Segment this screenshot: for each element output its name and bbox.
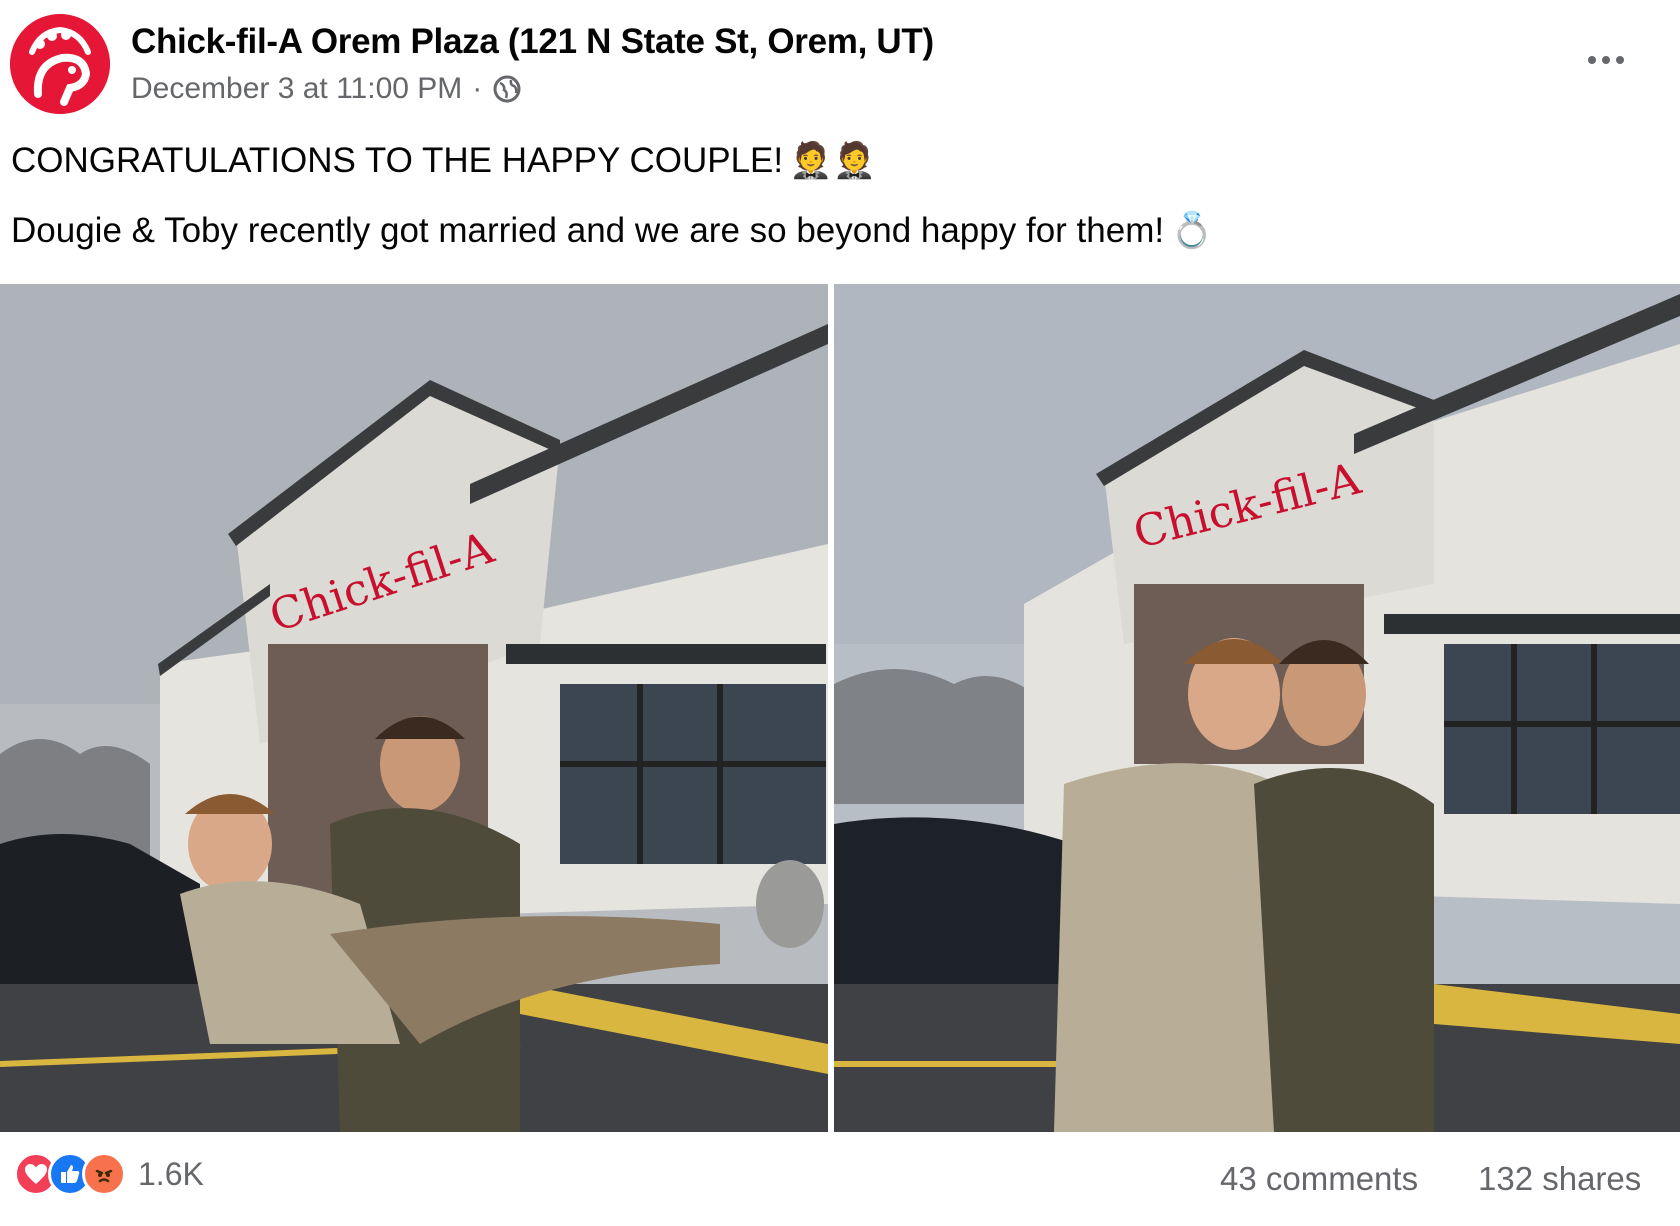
reaction-count: 1.6K <box>138 1155 204 1192</box>
comments-count-link[interactable]: 43 comments <box>1220 1160 1418 1198</box>
ring-emoji-icon: 💍 <box>1170 211 1214 250</box>
post-text-line1: CONGRATULATIONS TO THE HAPPY COUPLE! 🤵🤵 <box>11 140 876 181</box>
photo-couple-carry-image: Chick-fil-A <box>0 284 828 1132</box>
grooms-emoji-icon: 🤵🤵 <box>789 141 877 180</box>
page-name[interactable]: Chick-fil-A Orem Plaza (121 N State St, … <box>131 22 934 62</box>
photo-right[interactable]: Chick-fil-A <box>834 284 1680 1132</box>
more-options-button[interactable] <box>1570 36 1642 84</box>
post-footer: 1.6K 43 comments 132 shares <box>0 1132 1680 1226</box>
chick-logo-icon <box>10 14 110 114</box>
post-text-heading: CONGRATULATIONS TO THE HAPPY COUPLE! <box>11 140 784 180</box>
more-options-dot <box>1616 56 1624 64</box>
photo-couple-hug-image: Chick-fil-A <box>834 284 1680 1132</box>
post-text-body: Dougie & Toby recently got married and w… <box>11 210 1165 250</box>
more-options-dot <box>1602 56 1610 64</box>
post-meta: December 3 at 11:00 PM · <box>131 72 522 106</box>
globe-icon[interactable] <box>492 74 522 104</box>
photo-left[interactable]: Chick-fil-A <box>0 284 828 1132</box>
post-header: Chick-fil-A Orem Plaza (121 N State St, … <box>0 0 1680 128</box>
meta-separator: · <box>472 72 483 105</box>
page-avatar[interactable] <box>10 14 110 114</box>
post-date[interactable]: December 3 at 11:00 PM <box>131 72 462 106</box>
reactions-summary[interactable]: 1.6K <box>14 1152 204 1196</box>
shares-count-link[interactable]: 132 shares <box>1478 1160 1641 1198</box>
more-options-icon <box>1588 56 1596 64</box>
angry-reaction-icon <box>82 1152 126 1196</box>
post-text-line2: Dougie & Toby recently got married and w… <box>11 210 1214 251</box>
